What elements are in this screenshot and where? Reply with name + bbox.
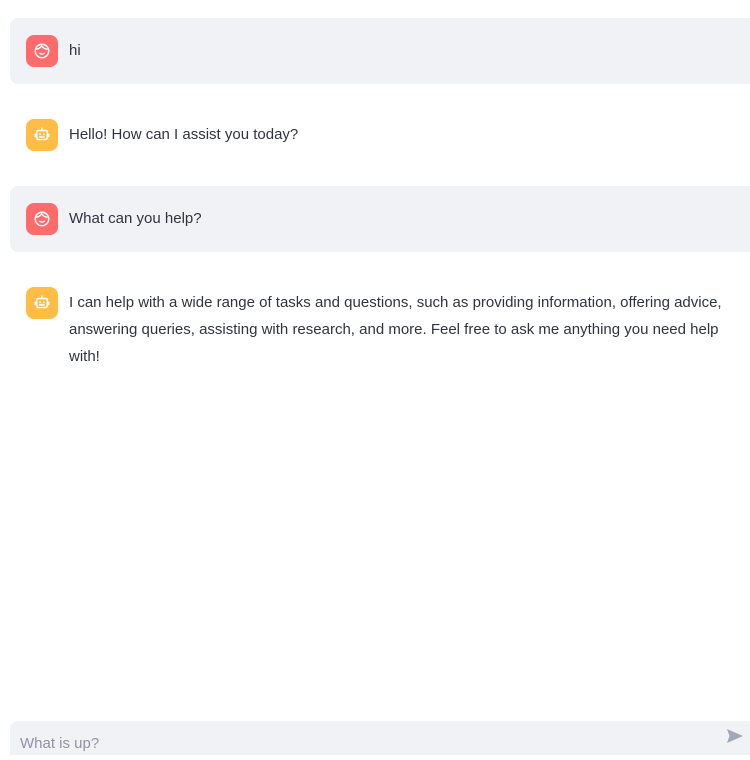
chat-message-user: hi <box>10 18 750 84</box>
chat-message-list: hi Hello! How can I assist you today? Wh… <box>10 18 750 405</box>
chat-message-user: What can you help? <box>10 186 750 252</box>
user-avatar <box>26 203 58 235</box>
message-text: Hello! How can I assist you today? <box>69 126 299 143</box>
message-text: What can you help? <box>69 210 202 227</box>
user-face-icon <box>33 42 51 60</box>
chat-message-assistant: Hello! How can I assist you today? <box>10 102 750 168</box>
robot-icon <box>33 294 51 312</box>
assistant-avatar <box>26 119 58 151</box>
send-button[interactable] <box>720 721 750 755</box>
chat-input-bar <box>10 721 750 760</box>
assistant-avatar <box>26 287 58 319</box>
robot-icon <box>33 126 51 144</box>
user-face-icon <box>33 210 51 228</box>
user-avatar <box>26 35 58 67</box>
send-icon <box>726 728 744 749</box>
message-text: hi <box>69 42 81 59</box>
chat-message-assistant: I can help with a wide range of tasks an… <box>10 270 750 387</box>
message-text: I can help with a wide range of tasks an… <box>69 294 722 365</box>
